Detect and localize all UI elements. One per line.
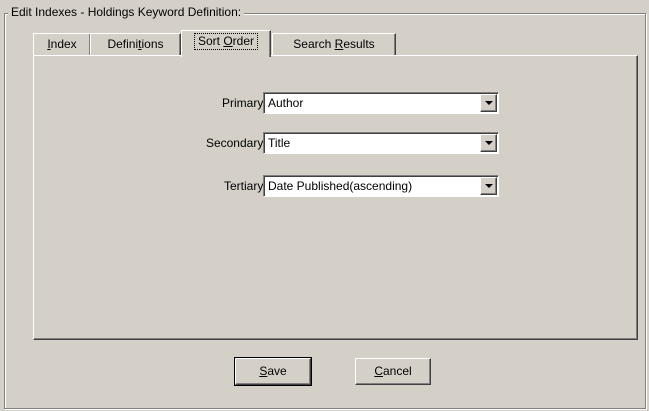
- primary-sort-value: Author: [268, 96, 304, 110]
- tertiary-sort-value: Date Published(ascending): [268, 179, 413, 193]
- tab-sort-order[interactable]: Sort Order: [181, 30, 271, 57]
- tertiary-sort-select[interactable]: Date Published(ascending): [263, 175, 499, 197]
- primary-sort-select[interactable]: Author: [263, 92, 499, 114]
- secondary-sort-value: Title: [268, 136, 291, 150]
- tab-definitions[interactable]: Definitions: [90, 33, 181, 55]
- save-button[interactable]: Save: [234, 357, 312, 386]
- tab-index[interactable]: Index: [33, 33, 91, 55]
- sort-order-panel: Primary Sort: Author Secondary Sort: Tit…: [33, 55, 638, 340]
- chevron-down-icon[interactable]: [480, 134, 497, 152]
- chevron-down-icon[interactable]: [480, 177, 497, 195]
- secondary-sort-row: Secondary Sort: Title: [34, 132, 637, 154]
- secondary-sort-select[interactable]: Title: [263, 132, 499, 154]
- tertiary-sort-row: Tertiary Sort: Date Published(ascending): [34, 175, 637, 197]
- tab-search-results[interactable]: Search Results: [272, 33, 396, 55]
- primary-sort-row: Primary Sort: Author: [34, 92, 637, 114]
- cancel-button[interactable]: Cancel: [355, 358, 431, 385]
- group-title: Edit Indexes - Holdings Keyword Definiti…: [8, 5, 245, 19]
- chevron-down-icon[interactable]: [480, 94, 497, 112]
